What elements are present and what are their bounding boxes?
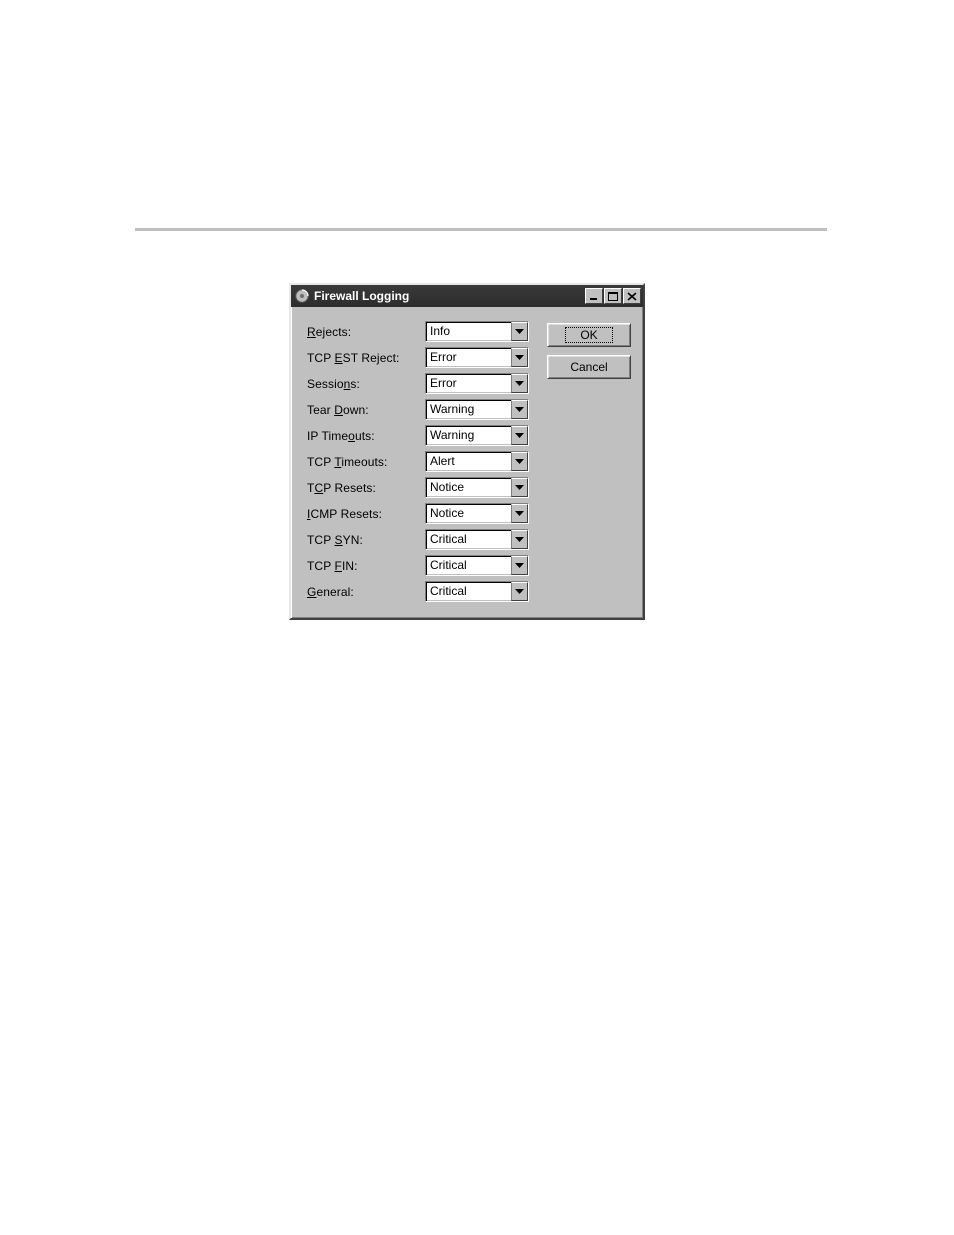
chevron-down-icon (511, 374, 528, 393)
fields-column: Rejects: Info TCP EST Reject: Error Sess… (307, 321, 529, 602)
label-tcp-est-reject: TCP EST Reject: (307, 351, 425, 365)
combo-sessions[interactable]: Error (425, 373, 529, 394)
combo-tcp-est-reject[interactable]: Error (425, 347, 529, 368)
field-icmp-resets: ICMP Resets: Notice (307, 503, 529, 524)
combo-tcp-timeouts[interactable]: Alert (425, 451, 529, 472)
combo-general[interactable]: Critical (425, 581, 529, 602)
combo-value: Alert (426, 452, 511, 471)
combo-value: Critical (426, 582, 511, 601)
field-general: General: Critical (307, 581, 529, 602)
field-tcp-resets: TCP Resets: Notice (307, 477, 529, 498)
ok-button[interactable]: OK (547, 323, 631, 347)
combo-value: Warning (426, 400, 511, 419)
label-tear-down: Tear Down: (307, 403, 425, 417)
dialog-client-area: Rejects: Info TCP EST Reject: Error Sess… (291, 307, 643, 618)
chevron-down-icon (511, 478, 528, 497)
button-label: Cancel (570, 360, 607, 374)
chevron-down-icon (511, 348, 528, 367)
combo-icmp-resets[interactable]: Notice (425, 503, 529, 524)
chevron-down-icon (511, 322, 528, 341)
window-title: Firewall Logging (314, 289, 584, 303)
page-divider (135, 228, 827, 231)
minimize-button[interactable] (585, 288, 603, 304)
field-tcp-timeouts: TCP Timeouts: Alert (307, 451, 529, 472)
app-icon (294, 288, 310, 304)
combo-tcp-resets[interactable]: Notice (425, 477, 529, 498)
combo-value: Error (426, 374, 511, 393)
label-ip-timeouts: IP Timeouts: (307, 429, 425, 443)
combo-value: Error (426, 348, 511, 367)
close-button[interactable] (623, 288, 641, 304)
combo-tcp-syn[interactable]: Critical (425, 529, 529, 550)
field-sessions: Sessions: Error (307, 373, 529, 394)
chevron-down-icon (511, 426, 528, 445)
label-tcp-fin: TCP FIN: (307, 559, 425, 573)
chevron-down-icon (511, 504, 528, 523)
combo-value: Critical (426, 530, 511, 549)
maximize-button[interactable] (604, 288, 622, 304)
combo-value: Notice (426, 504, 511, 523)
label-tcp-resets: TCP Resets: (307, 481, 425, 495)
field-tear-down: Tear Down: Warning (307, 399, 529, 420)
combo-rejects[interactable]: Info (425, 321, 529, 342)
field-tcp-fin: TCP FIN: Critical (307, 555, 529, 576)
label-icmp-resets: ICMP Resets: (307, 507, 425, 521)
titlebar[interactable]: Firewall Logging (291, 285, 643, 307)
combo-tear-down[interactable]: Warning (425, 399, 529, 420)
label-rejects: Rejects: (307, 325, 425, 339)
label-general: General: (307, 585, 425, 599)
label-sessions: Sessions: (307, 377, 425, 391)
combo-tcp-fin[interactable]: Critical (425, 555, 529, 576)
field-tcp-syn: TCP SYN: Critical (307, 529, 529, 550)
chevron-down-icon (511, 530, 528, 549)
field-tcp-est-reject: TCP EST Reject: Error (307, 347, 529, 368)
combo-value: Critical (426, 556, 511, 575)
buttons-column: OK Cancel (547, 321, 631, 379)
chevron-down-icon (511, 400, 528, 419)
label-tcp-syn: TCP SYN: (307, 533, 425, 547)
cancel-button[interactable]: Cancel (547, 355, 631, 379)
combo-value: Notice (426, 478, 511, 497)
chevron-down-icon (511, 582, 528, 601)
label-tcp-timeouts: TCP Timeouts: (307, 455, 425, 469)
dialog-firewall-logging: Firewall Logging Rejects: Info (289, 283, 645, 620)
field-ip-timeouts: IP Timeouts: Warning (307, 425, 529, 446)
chevron-down-icon (511, 452, 528, 471)
window-controls (584, 288, 641, 304)
combo-value: Warning (426, 426, 511, 445)
chevron-down-icon (511, 556, 528, 575)
button-label: OK (565, 327, 612, 343)
combo-ip-timeouts[interactable]: Warning (425, 425, 529, 446)
combo-value: Info (426, 322, 511, 341)
field-rejects: Rejects: Info (307, 321, 529, 342)
